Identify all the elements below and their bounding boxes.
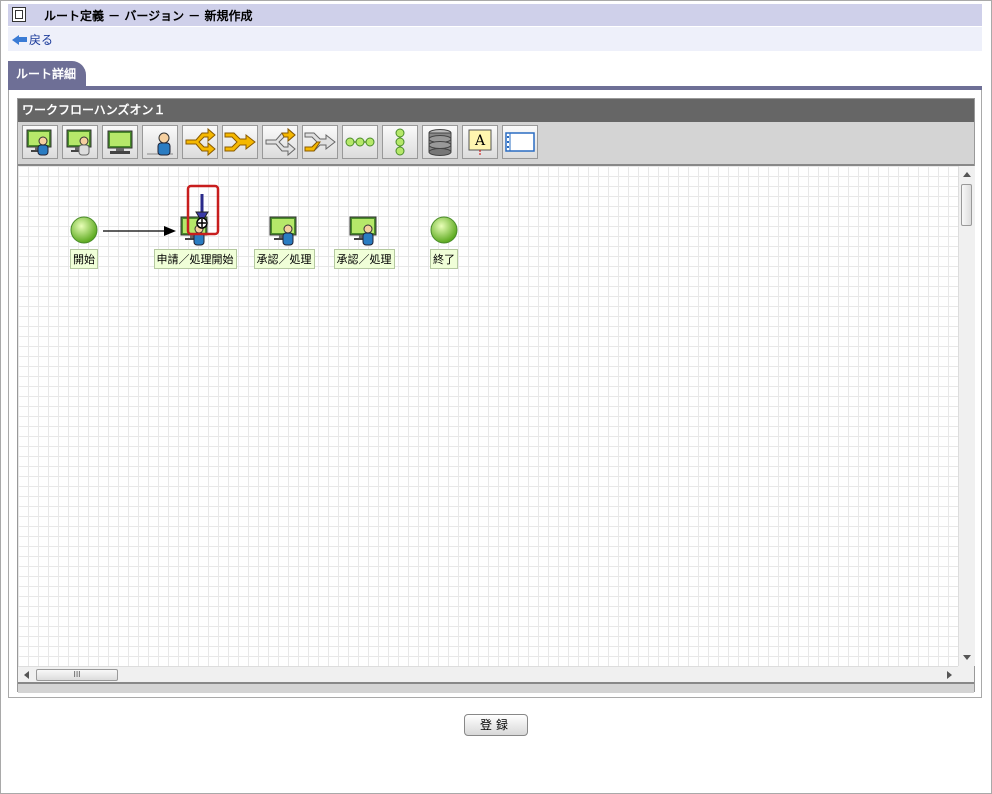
node-end[interactable]: 終了 (428, 214, 460, 269)
node-label: 申請／処理開始 (153, 249, 237, 269)
merge-alt-icon (304, 132, 336, 152)
node-label: 終了 (430, 249, 458, 269)
branch-alt-icon (265, 127, 296, 157)
route-detail-panel: ワークフローハンズオン１ A 開始 申請／処理開始 承認／処理 承認／処理 終了… (8, 90, 982, 698)
tool-text-annotation[interactable]: A (462, 125, 498, 159)
node-approve-1[interactable]: 承認／処理 (250, 214, 318, 269)
branch-icon (185, 127, 216, 157)
workflow-name: ワークフローハンズオン１ (18, 99, 974, 122)
node-start[interactable]: 開始 (68, 214, 100, 269)
vertical-flow-icon (395, 128, 405, 156)
vertical-scrollbar[interactable] (958, 166, 975, 666)
tool-approval-user[interactable] (22, 125, 58, 159)
scroll-corner (958, 666, 974, 682)
editor-status-bar (18, 682, 974, 693)
text-annotation-icon: A (468, 129, 492, 156)
drop-target-highlight (186, 184, 220, 236)
scroll-left-icon[interactable] (24, 671, 29, 679)
tab-strip: ルート詳細 (8, 61, 982, 87)
horizontal-flow-icon (345, 137, 375, 147)
vertical-scroll-thumb[interactable] (961, 184, 972, 226)
nav-bar: 戻る (8, 27, 982, 51)
back-link[interactable]: 戻る (12, 31, 53, 48)
node-label: 承認／処理 (253, 249, 315, 269)
title-bar: ルート定義 － バージョン － 新規作成 (8, 4, 982, 26)
tool-branch[interactable] (182, 125, 218, 159)
tool-vertical-flow[interactable] (382, 125, 418, 159)
tool-merge-alt[interactable] (302, 125, 338, 159)
horizontal-scrollbar[interactable]: III (18, 666, 958, 683)
task-node-icon (349, 216, 377, 246)
page-icon (12, 7, 26, 22)
editor-toolbar: A (18, 122, 974, 166)
workflow-canvas[interactable]: 開始 申請／処理開始 承認／処理 承認／処理 終了 (18, 166, 958, 666)
scroll-right-icon[interactable] (947, 671, 952, 679)
frame-icon (505, 132, 535, 152)
database-icon (428, 129, 452, 156)
approval-user-icon (26, 129, 52, 156)
start-node-icon (70, 216, 98, 244)
scroll-down-icon[interactable] (963, 655, 971, 660)
tool-approval-user-alt[interactable] (62, 125, 98, 159)
person-icon (147, 132, 173, 156)
scroll-up-icon[interactable] (963, 172, 971, 177)
tool-merge[interactable] (222, 125, 258, 159)
tool-monitor[interactable] (102, 125, 138, 159)
node-label: 開始 (70, 249, 98, 269)
workflow-editor: ワークフローハンズオン１ A 開始 申請／処理開始 承認／処理 承認／処理 終了… (17, 98, 975, 693)
approval-user-alt-icon (66, 129, 92, 156)
merge-icon (224, 132, 256, 152)
horizontal-scroll-thumb[interactable]: III (36, 669, 118, 681)
node-approve-2[interactable]: 承認／処理 (330, 214, 398, 269)
tool-frame[interactable] (502, 125, 538, 159)
node-label: 承認／処理 (333, 249, 395, 269)
tool-branch-alt[interactable] (262, 125, 298, 159)
svg-text:A: A (474, 133, 486, 149)
end-node-icon (430, 216, 458, 244)
monitor-icon (107, 130, 133, 154)
back-arrow-icon (12, 34, 19, 45)
tool-person[interactable] (142, 125, 178, 159)
page-title: ルート定義 － バージョン － 新規作成 (44, 9, 253, 23)
tab-route-detail[interactable]: ルート詳細 (8, 61, 86, 87)
tool-horizontal-flow[interactable] (342, 125, 378, 159)
task-node-icon (269, 216, 297, 246)
tool-database[interactable] (422, 125, 458, 159)
back-label: 戻る (29, 33, 54, 47)
register-button[interactable]: 登録 (464, 714, 528, 736)
